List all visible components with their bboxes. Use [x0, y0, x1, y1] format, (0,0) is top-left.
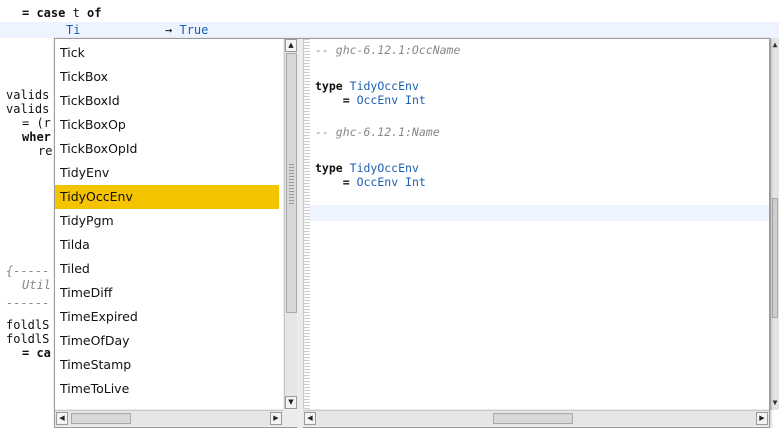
doc-comment: -- ghc-6.12.1:Name — [315, 125, 440, 139]
doc-comment: -- ghc-6.12.1:OccName — [315, 43, 461, 57]
keyword-type: type — [315, 161, 343, 175]
grip-icon — [289, 164, 294, 204]
completion-item[interactable]: TickBoxId — [55, 89, 279, 113]
type-definition: OccEnv Int — [356, 175, 426, 189]
code-fragment: foldlS — [6, 318, 50, 332]
doc-type-decl: type TidyOccEnv — [315, 161, 419, 175]
completion-item[interactable]: TickBoxOp — [55, 113, 279, 137]
editor-scrollbar[interactable]: ▲ ▼ — [770, 38, 779, 410]
completion-list-scroll-thumb[interactable] — [286, 53, 297, 313]
code-fragment: = (r — [22, 116, 51, 130]
code-fragment: wher — [22, 130, 51, 144]
code-fragment: {----- — [6, 264, 50, 278]
code-fragment: ------ — [6, 296, 50, 310]
code-fragment: foldlS — [6, 332, 50, 346]
equals-sign: = — [342, 93, 350, 107]
type-definition: OccEnv Int — [356, 93, 426, 107]
keyword-type: type — [315, 79, 343, 93]
type-name: TidyOccEnv — [349, 79, 419, 93]
completion-item[interactable]: TidyEnv — [55, 161, 279, 185]
keyword-of: of — [87, 6, 102, 20]
completion-item[interactable]: TimeOfDay — [55, 329, 279, 353]
code-line-typed: Ti — [66, 23, 80, 37]
value-true: True — [179, 23, 209, 37]
arrow-right-icon[interactable]: ▶ — [270, 412, 282, 425]
code-line-case: = case t of — [22, 6, 102, 20]
completion-item[interactable]: TimeStamp — [55, 353, 279, 377]
arrow-left-icon[interactable]: ◀ — [56, 412, 68, 425]
completion-item[interactable]: Tilda — [55, 233, 279, 257]
code-text: t — [65, 6, 88, 20]
type-name: TidyOccEnv — [349, 161, 419, 175]
documentation-hscrollbar[interactable]: ◀ ▶ — [303, 410, 769, 426]
doc-type-def: = OccEnv Int — [315, 175, 426, 189]
completion-list-hscrollbar[interactable]: ◀ ▶ — [55, 410, 283, 426]
code-fragment: re — [38, 144, 53, 158]
arrow-down-icon[interactable]: ▼ — [285, 396, 297, 409]
code-fragment: Util — [22, 278, 51, 292]
keyword-case: = case — [22, 6, 66, 20]
documentation-hscroll-thumb[interactable] — [493, 413, 573, 424]
arrow-right-icon[interactable]: ▶ — [756, 412, 768, 425]
completion-item[interactable]: TimeExpired — [55, 305, 279, 329]
completion-item[interactable]: TickBox — [55, 65, 279, 89]
arrow-left-icon[interactable]: ◀ — [304, 412, 316, 425]
completion-list-scrollbar[interactable]: ▲ ▼ — [284, 39, 297, 409]
completion-list[interactable]: Tick TickBox TickBoxId TickBoxOp TickBox… — [55, 39, 283, 409]
completion-list-hscroll-thumb[interactable] — [71, 413, 131, 424]
arrow-up-icon[interactable]: ▲ — [771, 38, 779, 52]
current-line-highlight — [0, 22, 779, 38]
doc-type-decl: type TidyOccEnv — [315, 79, 419, 93]
arrow-up-icon[interactable]: ▲ — [285, 39, 297, 52]
code-line-arrow: → True — [165, 23, 208, 37]
arrow-down-icon[interactable]: ▼ — [771, 396, 779, 410]
code-fragment: = ca — [22, 346, 51, 360]
completion-item-selected[interactable]: TidyOccEnv — [55, 185, 279, 209]
completion-item[interactable]: TimeToLive — [55, 377, 279, 401]
completion-item[interactable]: Tick — [55, 41, 279, 65]
doc-gutter — [304, 39, 310, 409]
doc-type-def: = OccEnv Int — [315, 93, 426, 107]
typed-prefix: Ti — [66, 23, 81, 37]
code-fragment: valids — [6, 102, 50, 116]
completion-item[interactable]: Tiled — [55, 257, 279, 281]
completion-item[interactable]: TimeDiff — [55, 281, 279, 305]
completion-item[interactable]: TickBoxOpId — [55, 137, 279, 161]
documentation-pane[interactable]: -- ghc-6.12.1:OccName type TidyOccEnv = … — [303, 39, 769, 409]
completion-popup: Tick TickBox TickBoxId TickBoxOp TickBox… — [54, 38, 770, 428]
equals-sign: = — [342, 175, 350, 189]
editor-scroll-thumb[interactable] — [772, 198, 778, 318]
doc-current-line — [310, 205, 769, 221]
code-fragment: valids — [6, 88, 50, 102]
completion-item[interactable]: TidyPgm — [55, 209, 279, 233]
